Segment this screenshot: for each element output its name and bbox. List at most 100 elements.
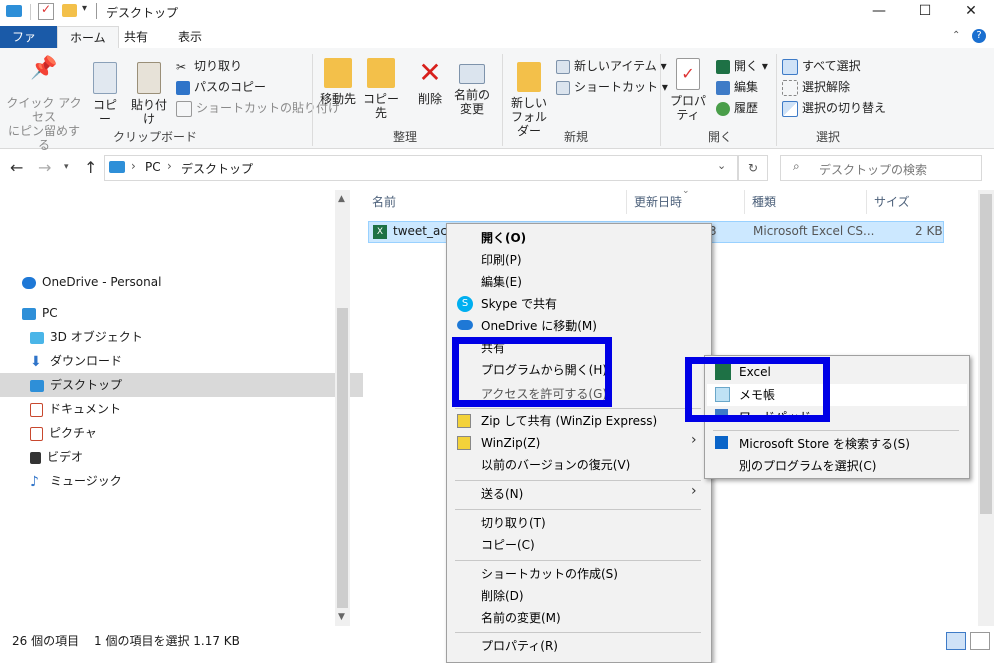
invert-selection-icon xyxy=(782,100,798,117)
document-icon xyxy=(30,402,43,417)
nav-scrollbar-thumb[interactable] xyxy=(337,308,348,608)
easy-access-button[interactable]: ショートカット ▾ xyxy=(556,77,668,97)
column-header-type[interactable]: 種類 xyxy=(752,192,776,212)
excel-icon xyxy=(716,59,730,74)
properties-button[interactable]: ✓ プロパティ xyxy=(664,58,712,122)
tab-view[interactable]: 表示 xyxy=(166,26,214,48)
copy-path-button[interactable]: パスのコピー xyxy=(176,77,266,97)
select-none-label: 選択解除 xyxy=(802,80,851,94)
nav-item-downloads[interactable]: ⬇ ダウンロード xyxy=(0,349,363,373)
ribbon-tab-bar: ファイル ホーム 共有 表示 ⌃ ? xyxy=(0,26,994,66)
menu-item-open[interactable]: 開く(O) xyxy=(481,227,526,249)
copy-button[interactable]: コピー xyxy=(88,62,122,126)
pc-icon xyxy=(22,307,36,320)
menu-item-rename[interactable]: 名前の変更(M) xyxy=(481,607,561,629)
nav-item-videos[interactable]: ビデオ xyxy=(0,445,363,469)
paste-shortcut-button[interactable]: ショートカットの貼り付け xyxy=(176,98,340,118)
breadcrumb-chevron-icon[interactable]: › xyxy=(131,159,136,173)
submenu-item-choose-other[interactable]: 別のプログラムを選択(C) xyxy=(739,455,876,477)
menu-item-cut[interactable]: 切り取り(T) xyxy=(481,512,546,534)
copy-to-button[interactable]: コピー先 xyxy=(360,58,402,120)
menu-item-edit[interactable]: 編集(E) xyxy=(481,271,522,293)
new-folder-button[interactable]: 新しい フォルダー xyxy=(506,62,552,138)
quick-access-dropdown-icon[interactable]: ▾ xyxy=(82,3,87,14)
nav-item-onedrive[interactable]: OneDrive - Personal xyxy=(0,270,355,294)
nav-item-desktop[interactable]: デスクトップ xyxy=(0,373,363,397)
breadcrumb-pc[interactable]: PC xyxy=(145,160,161,174)
nav-label: PC xyxy=(42,306,58,320)
edit-button[interactable]: 編集 xyxy=(716,77,758,97)
refresh-icon[interactable]: ↻ xyxy=(738,155,768,181)
submenu-arrow-icon: › xyxy=(691,483,697,499)
column-separator xyxy=(626,190,627,214)
ribbon-collapse-icon[interactable]: ⌃ xyxy=(952,30,960,41)
nav-item-documents[interactable]: ドキュメント xyxy=(0,397,363,421)
excel-file-icon: X xyxy=(373,225,387,239)
menu-item-properties[interactable]: プロパティ(R) xyxy=(481,635,558,657)
address-dropdown-icon[interactable]: ⌄ xyxy=(717,159,726,172)
select-none-button[interactable]: 選択解除 xyxy=(782,77,850,97)
tab-file[interactable]: ファイル xyxy=(0,26,58,66)
up-arrow-icon[interactable]: ↑ xyxy=(84,158,97,177)
nav-item-3d-objects[interactable]: 3D オブジェクト xyxy=(0,325,363,349)
paste-button[interactable]: 貼り付け xyxy=(126,62,172,126)
invert-selection-button[interactable]: 選択の切り替え xyxy=(782,98,886,118)
menu-item-move-onedrive[interactable]: OneDrive に移動(M) xyxy=(481,315,597,337)
recent-dropdown-icon[interactable]: ▾ xyxy=(64,162,69,172)
column-header-size[interactable]: サイズ xyxy=(874,192,910,212)
menu-item-delete[interactable]: 削除(D) xyxy=(481,585,524,607)
address-bar[interactable]: › PC › デスクトップ ⌄ xyxy=(104,155,738,181)
column-header-date[interactable]: 更新日時 xyxy=(634,192,682,212)
tab-share[interactable]: 共有 xyxy=(112,26,160,48)
menu-item-send-to[interactable]: 送る(N) xyxy=(481,483,523,505)
close-button[interactable]: ✕ xyxy=(948,0,994,24)
scroll-down-icon[interactable]: ▼ xyxy=(338,612,345,622)
select-all-button[interactable]: すべて選択 xyxy=(782,56,861,76)
new-item-button[interactable]: 新しいアイテム ▾ xyxy=(556,56,667,76)
move-to-label: 移動先 xyxy=(319,92,356,106)
nav-item-pictures[interactable]: ピクチャ xyxy=(0,421,363,445)
minimize-button[interactable]: — xyxy=(856,0,902,24)
open-button[interactable]: 開く ▾ xyxy=(716,56,768,76)
properties-quick-icon[interactable]: ✓ xyxy=(38,2,54,20)
onedrive-icon xyxy=(457,320,473,330)
forward-arrow-icon[interactable]: → xyxy=(38,158,51,177)
menu-item-create-shortcut[interactable]: ショートカットの作成(S) xyxy=(481,563,618,585)
breadcrumb-desktop[interactable]: デスクトップ xyxy=(181,160,253,177)
nav-item-pc[interactable]: PC xyxy=(0,301,355,325)
highlight-notepad xyxy=(685,357,830,422)
large-icons-view-icon[interactable] xyxy=(970,632,990,650)
maximize-button[interactable]: ☐ xyxy=(902,0,948,24)
help-icon[interactable]: ? xyxy=(972,29,986,43)
delete-button[interactable]: ✕ 削除 xyxy=(412,58,448,107)
history-button[interactable]: 履歴 xyxy=(716,98,758,118)
scroll-up-icon[interactable]: ▲ xyxy=(338,194,345,204)
back-arrow-icon[interactable]: ← xyxy=(10,158,23,177)
tab-home[interactable]: ホーム xyxy=(57,26,119,49)
breadcrumb-chevron-icon[interactable]: › xyxy=(167,159,172,173)
paste-label: 貼り付け xyxy=(130,98,167,126)
menu-item-restore-versions[interactable]: 以前のバージョンの復元(V) xyxy=(481,454,630,476)
rename-button[interactable]: 名前の 変更 xyxy=(452,58,492,116)
new-folder-quick-icon[interactable] xyxy=(62,4,77,17)
nav-item-music[interactable]: ♪ ミュージック xyxy=(0,469,363,493)
menu-item-skype-share[interactable]: Skype で共有 xyxy=(481,293,557,315)
submenu-item-store[interactable]: Microsoft Store を検索する(S) xyxy=(739,433,910,455)
skype-icon: S xyxy=(457,296,473,312)
move-to-button[interactable]: 移動先 xyxy=(318,58,358,106)
menu-item-copy[interactable]: コピー(C) xyxy=(481,534,535,556)
winzip-icon xyxy=(457,436,471,450)
menu-item-print[interactable]: 印刷(P) xyxy=(481,249,522,271)
search-box[interactable]: ⌕ デスクトップの検索 xyxy=(780,155,982,181)
menu-item-zip-share[interactable]: Zip して共有 (WinZip Express) xyxy=(481,410,657,432)
file-list-scrollbar-thumb[interactable] xyxy=(980,194,992,514)
music-icon: ♪ xyxy=(30,473,39,490)
rename-icon xyxy=(459,64,485,84)
details-view-icon[interactable] xyxy=(946,632,966,650)
cut-button[interactable]: ✂ 切り取り xyxy=(176,56,242,76)
pin-label: クイック アクセス にピン留めする xyxy=(6,96,82,152)
organize-group-label: 整理 xyxy=(392,130,417,144)
column-header-name[interactable]: 名前 xyxy=(372,192,396,212)
pin-quick-access-button[interactable]: 📌 クイック アクセス にピン留めする xyxy=(4,58,84,153)
menu-item-winzip[interactable]: WinZip(Z) xyxy=(481,432,540,454)
